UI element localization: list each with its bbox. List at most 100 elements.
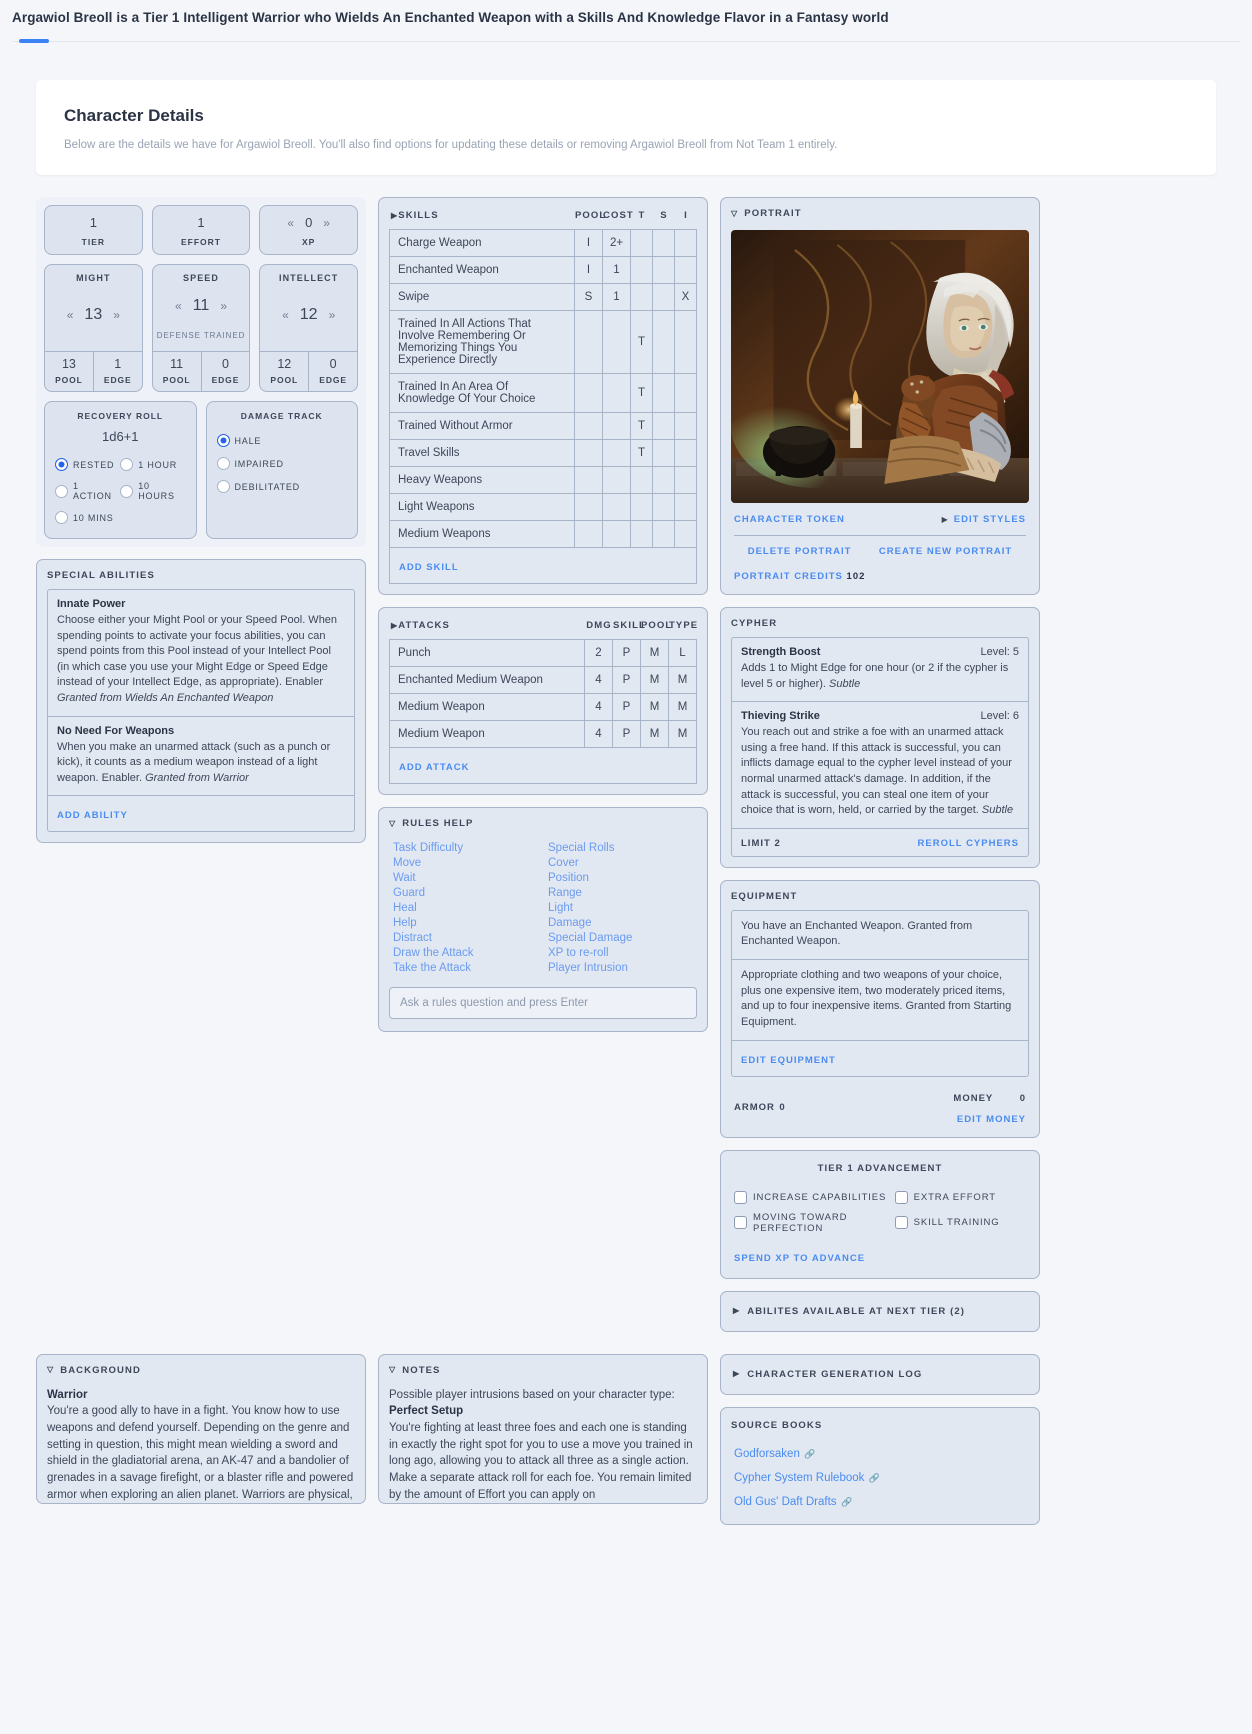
damage-option-debilitated[interactable]: DEBILITATED: [216, 475, 348, 498]
collapse-right-icon[interactable]: ▶: [391, 621, 398, 630]
radio-icon[interactable]: [55, 458, 68, 471]
recovery-option-10-mins[interactable]: 10 MINS: [55, 506, 120, 529]
effort-box[interactable]: 1 EFFORT: [151, 205, 251, 255]
xp-increment-icon[interactable]: »: [323, 216, 330, 230]
table-row[interactable]: Medium Weapons: [389, 520, 697, 548]
rule-link[interactable]: Cover: [548, 857, 693, 869]
table-row[interactable]: Medium Weapon 4 P M M: [389, 720, 697, 748]
table-row[interactable]: Medium Weapon 4 P M M: [389, 693, 697, 721]
character-generation-log-bar[interactable]: ▶ CHARACTER GENERATION LOG: [720, 1353, 1040, 1395]
character-token-button[interactable]: CHARACTER TOKEN: [734, 514, 845, 525]
collapse-down-icon[interactable]: ▽: [389, 1366, 396, 1374]
speed-pool-cell[interactable]: 11 POOL: [153, 352, 201, 391]
might-pool-cell[interactable]: 13 POOL: [45, 352, 93, 391]
attacks-header[interactable]: ▶ ATTACKS DMG SKILL POOL TYPE: [389, 618, 697, 639]
table-row[interactable]: Trained In An Area Of Knowledge Of Your …: [389, 373, 697, 413]
spend-xp-button[interactable]: SPEND XP TO ADVANCE: [734, 1253, 865, 1264]
collapse-down-icon[interactable]: ▽: [47, 1366, 54, 1374]
radio-icon[interactable]: [216, 457, 230, 470]
recovery-option-rested[interactable]: RESTED: [55, 453, 120, 476]
might-stepper[interactable]: « 13 »: [45, 306, 142, 324]
portrait-credits-label[interactable]: PORTRAIT CREDITS: [734, 571, 843, 582]
portrait-header[interactable]: ▽ PORTRAIT: [731, 208, 1029, 219]
collapse-right-icon[interactable]: ▶: [391, 211, 398, 220]
speed-increment-icon[interactable]: »: [220, 299, 227, 313]
rule-link[interactable]: Distract: [393, 932, 538, 944]
rules-question-input[interactable]: [389, 987, 697, 1019]
intellect-increment-icon[interactable]: »: [329, 308, 336, 322]
cypher-item[interactable]: Strength Boost Level: 5 Adds 1 to Might …: [732, 638, 1028, 701]
collapse-down-icon[interactable]: ▽: [389, 819, 396, 828]
rule-link[interactable]: Position: [548, 872, 693, 884]
add-attack-row[interactable]: ADD ATTACK: [389, 748, 697, 784]
edit-styles-button[interactable]: EDIT STYLES: [954, 514, 1026, 525]
stat-intellect[interactable]: INTELLECT « 12 » 12 POOL 0 EDGE: [259, 264, 359, 392]
stat-speed[interactable]: SPEED « 11 » DEFENSE TRAINED 11 POOL 0 E…: [151, 264, 251, 392]
rule-link[interactable]: Task Difficulty: [393, 842, 538, 854]
radio-icon[interactable]: [216, 434, 230, 447]
cypher-item[interactable]: Thieving Strike Level: 6 You reach out a…: [732, 701, 1028, 828]
radio-icon[interactable]: [120, 458, 134, 471]
table-row[interactable]: Trained Without Armor T: [389, 412, 697, 440]
add-ability-button[interactable]: ADD ABILITY: [57, 810, 128, 821]
create-new-portrait-button[interactable]: CREATE NEW PORTRAIT: [879, 546, 1012, 557]
radio-icon[interactable]: [55, 484, 68, 498]
xp-box[interactable]: « 0 » XP: [259, 205, 359, 255]
source-book-link[interactable]: Godforsaken: [734, 1448, 800, 1460]
speed-stepper[interactable]: « 11 »: [153, 297, 250, 315]
tier-box[interactable]: 1 TIER: [44, 205, 143, 255]
damage-option-impaired[interactable]: IMPAIRED: [216, 452, 348, 475]
rule-link[interactable]: Light: [548, 902, 693, 914]
add-ability-row[interactable]: ADD ABILITY: [48, 795, 354, 831]
rule-link[interactable]: Range: [548, 887, 693, 899]
special-ability-item[interactable]: Innate Power Choose either your Might Po…: [48, 590, 354, 716]
rule-link[interactable]: Special Damage: [548, 932, 693, 944]
add-skill-button[interactable]: ADD SKILL: [399, 562, 459, 573]
rule-link[interactable]: Player Intrusion: [548, 962, 693, 974]
notes-header[interactable]: ▽ NOTES: [389, 1365, 697, 1376]
intellect-edge-cell[interactable]: 0 EDGE: [308, 352, 357, 391]
background-header[interactable]: ▽ BACKGROUND: [47, 1365, 355, 1376]
table-row[interactable]: Swipe S 1 X: [389, 283, 697, 311]
skills-header[interactable]: ▶ SKILLS POOL COST T S I: [389, 208, 697, 229]
external-link-icon[interactable]: 🔗: [841, 1497, 852, 1507]
recovery-option-1-action[interactable]: 1 ACTION: [55, 476, 120, 506]
edit-styles-group[interactable]: ▶ EDIT STYLES: [942, 514, 1026, 525]
edit-equipment-button[interactable]: EDIT EQUIPMENT: [741, 1055, 836, 1066]
rule-link[interactable]: Guard: [393, 887, 538, 899]
source-book-link[interactable]: Old Gus' Daft Drafts: [734, 1496, 837, 1508]
rule-link[interactable]: Move: [393, 857, 538, 869]
rule-link[interactable]: Heal: [393, 902, 538, 914]
checkbox-icon[interactable]: [894, 1216, 908, 1230]
speed-edge-cell[interactable]: 0 EDGE: [200, 352, 250, 391]
radio-icon[interactable]: [55, 511, 68, 524]
rule-link[interactable]: Help: [393, 917, 538, 929]
intellect-pool-cell[interactable]: 12 POOL: [260, 352, 308, 391]
table-row[interactable]: Enchanted Weapon I 1: [389, 256, 697, 284]
speed-decrement-icon[interactable]: «: [175, 299, 182, 313]
might-increment-icon[interactable]: »: [113, 308, 120, 322]
rule-link[interactable]: Take the Attack: [393, 962, 538, 974]
abilities-next-tier-bar[interactable]: ▶ ABILITES AVAILABLE AT NEXT TIER (2): [720, 1290, 1040, 1332]
add-skill-row[interactable]: ADD SKILL: [389, 548, 697, 584]
checkbox-icon[interactable]: [894, 1190, 908, 1204]
spend-xp-row[interactable]: SPEND XP TO ADVANCE: [731, 1238, 1029, 1266]
table-row[interactable]: Travel Skills T: [389, 439, 697, 467]
edit-money-button[interactable]: EDIT MONEY: [953, 1114, 1026, 1125]
radio-icon[interactable]: [216, 480, 230, 493]
special-ability-item[interactable]: No Need For Weapons When you make an una…: [48, 715, 354, 796]
collapse-down-icon[interactable]: ▽: [731, 209, 738, 218]
recovery-option-10-hours[interactable]: 10 HOURS: [120, 476, 185, 506]
table-row[interactable]: Heavy Weapons: [389, 466, 697, 494]
collapse-right-icon[interactable]: ▶: [733, 1307, 740, 1315]
advancement-option-extra-effort[interactable]: EXTRA EFFORT: [894, 1187, 1026, 1208]
rule-link[interactable]: XP to re-roll: [548, 947, 693, 959]
table-row[interactable]: Trained In All Actions That Involve Reme…: [389, 310, 697, 374]
xp-decrement-icon[interactable]: «: [287, 216, 294, 230]
rule-link[interactable]: Wait: [393, 872, 538, 884]
advancement-option-skill-training[interactable]: SKILL TRAINING: [894, 1208, 1026, 1238]
table-row[interactable]: Light Weapons: [389, 493, 697, 521]
external-link-icon[interactable]: 🔗: [804, 1449, 815, 1459]
table-row[interactable]: Enchanted Medium Weapon 4 P M M: [389, 666, 697, 694]
table-row[interactable]: Punch 2 P M L: [389, 639, 697, 667]
